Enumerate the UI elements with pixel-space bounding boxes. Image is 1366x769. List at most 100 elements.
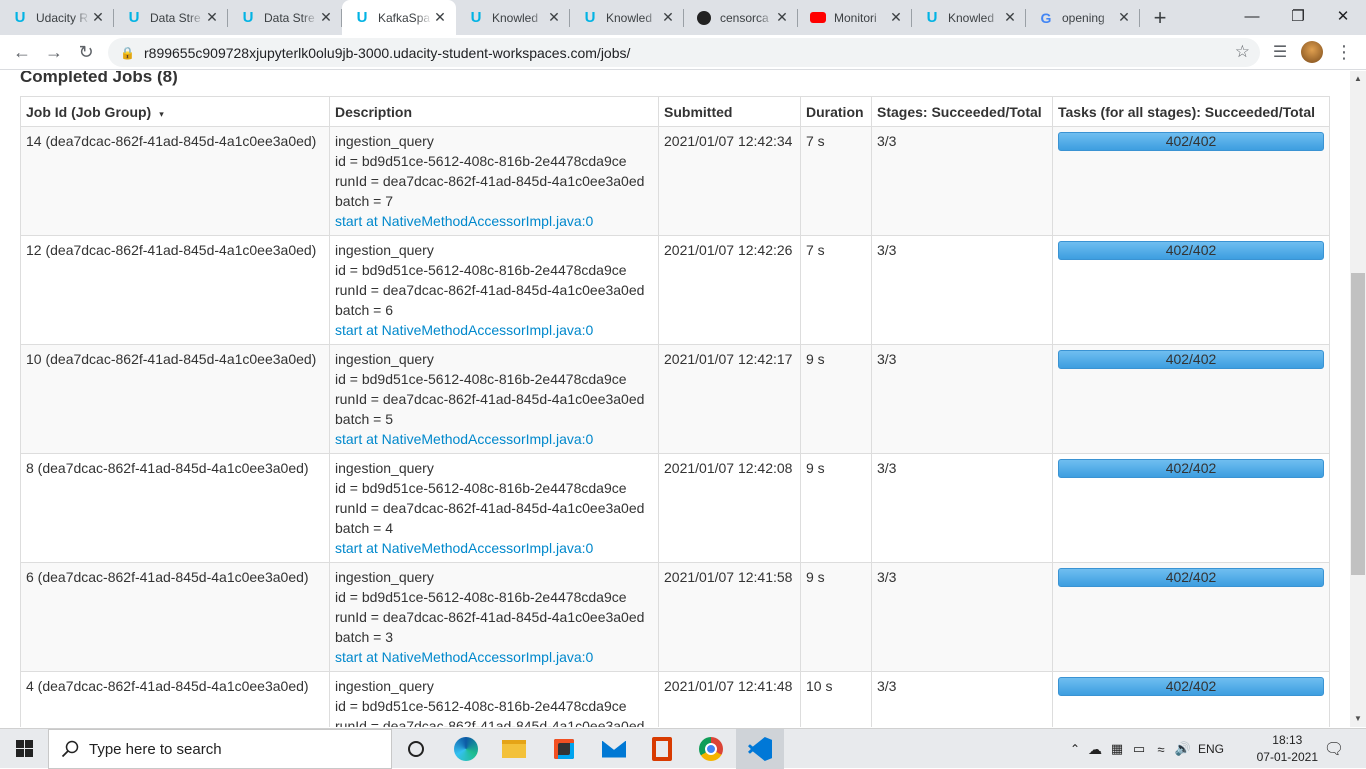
column-header-tasks[interactable]: Tasks (for all stages): Succeeded/Total [1052,96,1330,127]
file-explorer-icon[interactable] [490,729,538,769]
scrollbar-thumb[interactable] [1351,273,1365,575]
url-text: r899655c909728xjupyterlk0olu9jb-3000.uda… [144,44,631,61]
store-icon[interactable] [540,729,588,769]
job-detail-link[interactable]: start at NativeMethodAccessorImpl.java:0 [335,647,653,667]
media-control-icon[interactable]: ☰ [1268,40,1292,64]
system-tray: ⌃ ☁ ▦ ▭ ≈ 🔊 ENG [1066,729,1228,769]
browser-tab[interactable]: Gopening ✕ [1026,0,1140,35]
browser-menu-icon[interactable]: ⋮ [1334,40,1354,64]
taskbar-search-box[interactable]: Type here to search [48,729,392,769]
battery-icon[interactable]: ▭ [1128,741,1150,757]
volume-icon[interactable]: 🔊 [1172,741,1194,757]
wifi-icon[interactable]: ≈ [1150,742,1172,757]
tasks-progress-bar: 402/402 [1058,568,1324,587]
column-header-duration[interactable]: Duration [800,96,872,127]
language-indicator[interactable]: ENG [1194,742,1228,756]
udacity-icon: U [470,9,482,26]
duration-cell: 9 s [800,453,872,563]
chevron-up-icon[interactable]: ⌃ [1066,742,1084,756]
arrow-left-icon: ← [13,41,31,62]
job-detail-link[interactable]: start at NativeMethodAccessorImpl.java:0 [335,538,653,558]
job-detail-link[interactable]: start at NativeMethodAccessorImpl.java:0 [335,320,653,340]
tab-title: Data Stre [264,10,315,25]
back-button[interactable]: ← [6,37,38,67]
tab-title: Knowled [606,10,653,25]
profile-avatar[interactable] [1300,40,1324,64]
clock-time: 18:13 [1272,733,1303,747]
browser-tab[interactable]: U KafkaSpa ✕ [342,0,456,35]
scroll-up-icon[interactable]: ▲ [1350,71,1366,87]
completed-jobs-title[interactable]: Completed Jobs (8) [20,71,178,87]
close-window-button[interactable]: ✕ [1320,0,1366,32]
stages-cell: 3/3 [871,453,1053,563]
browser-tab[interactable]: censorca ✕ [684,0,798,35]
job-id-cell: 6 (dea7dcac-862f-41ad-845d-4a1c0ee3a0ed) [20,562,330,672]
notifications-icon[interactable]: 🗨 [1322,729,1346,769]
page-scrollbar[interactable]: ▲ ▼ [1350,71,1366,727]
forward-button[interactable]: → [38,37,70,67]
tab-close-icon[interactable]: ✕ [888,9,904,26]
column-header-description[interactable]: Description [329,96,659,127]
tab-title: censorca [720,10,769,25]
submitted-cell: 2021/01/07 12:42:08 [658,453,801,563]
office-icon[interactable] [638,729,686,769]
tab-close-icon[interactable]: ✕ [774,9,790,26]
tasks-cell: 402/402 [1052,344,1330,454]
tab-title: Knowled [948,10,995,25]
job-id-cell: 12 (dea7dcac-862f-41ad-845d-4a1c0ee3a0ed… [20,235,330,345]
description-id: id = bd9d51ce-5612-408c-816b-2e4478cda9c… [335,589,627,605]
start-button[interactable] [0,729,48,769]
browser-tab[interactable]: U Knowled ✕ [570,0,684,35]
description-batch: batch = 3 [335,629,393,645]
tab-close-icon[interactable]: ✕ [1002,9,1018,26]
description-cell: ingestion_query id = bd9d51ce-5612-408c-8… [329,671,659,727]
browser-tab[interactable]: U Knowled ✕ [912,0,1026,35]
chrome-icon[interactable] [687,729,735,769]
tab-close-icon[interactable]: ✕ [432,9,448,26]
description-name: ingestion_query [335,460,434,476]
job-id-cell: 10 (dea7dcac-862f-41ad-845d-4a1c0ee3a0ed… [20,344,330,454]
submitted-cell: 2021/01/07 12:42:34 [658,126,801,236]
table-header-row: Job Id (Job Group) ▾ Description Submitte… [20,96,1330,127]
column-header-job-id[interactable]: Job Id (Job Group) ▾ [20,96,330,127]
tasks-cell: 402/402 [1052,671,1330,727]
browser-tab[interactable]: U Data Stre ✕ [228,0,342,35]
job-detail-link[interactable]: start at NativeMethodAccessorImpl.java:0 [335,429,653,449]
network-adapter-icon[interactable]: ▦ [1106,741,1128,757]
onedrive-icon[interactable]: ☁ [1084,741,1106,758]
column-header-stages[interactable]: Stages: Succeeded/Total [871,96,1053,127]
description-runid: runId = dea7dcac-862f-41ad-845d-4a1c0ee3… [335,282,645,298]
tab-close-icon[interactable]: ✕ [1116,9,1132,26]
tab-close-icon[interactable]: ✕ [660,9,676,26]
browser-toolbar: ← → ↻ 🔒 r899655c909728xjupyterlk0olu9jb-… [0,35,1366,70]
browser-tab[interactable]: U Knowled ✕ [456,0,570,35]
udacity-icon: U [242,9,254,26]
tab-title: Data Stre [150,10,201,25]
tab-close-icon[interactable]: ✕ [546,9,562,26]
tab-close-icon[interactable]: ✕ [90,9,106,26]
stages-cell: 3/3 [871,344,1053,454]
column-header-submitted[interactable]: Submitted [658,96,801,127]
description-cell: ingestion_query id = bd9d51ce-5612-408c-8… [329,344,659,454]
tasks-cell: 402/402 [1052,453,1330,563]
mail-icon[interactable] [590,729,638,769]
description-id: id = bd9d51ce-5612-408c-816b-2e4478cda9c… [335,371,627,387]
edge-icon[interactable] [442,729,490,769]
tasks-cell: 402/402 [1052,235,1330,345]
task-view-icon[interactable] [392,729,440,769]
bookmark-star-icon[interactable]: ☆ [1235,42,1250,62]
scroll-down-icon[interactable]: ▼ [1350,711,1366,727]
vscode-icon[interactable] [736,729,784,769]
browser-tab[interactable]: U Data Stre ✕ [114,0,228,35]
new-tab-button[interactable]: + [1140,0,1180,35]
browser-tab[interactable]: Monitori ✕ [798,0,912,35]
restore-button[interactable]: ❐ [1275,0,1321,32]
minimize-button[interactable]: — [1229,0,1275,32]
tab-close-icon[interactable]: ✕ [318,9,334,26]
job-detail-link[interactable]: start at NativeMethodAccessorImpl.java:0 [335,211,653,231]
reload-button[interactable]: ↻ [70,37,102,67]
address-bar[interactable]: 🔒 r899655c909728xjupyterlk0olu9jb-3000.u… [108,38,1260,67]
browser-tab[interactable]: U Udacity R ✕ [0,0,114,35]
tab-close-icon[interactable]: ✕ [204,9,220,26]
taskbar-clock[interactable]: 18:13 07-01-2021 [1257,732,1318,766]
